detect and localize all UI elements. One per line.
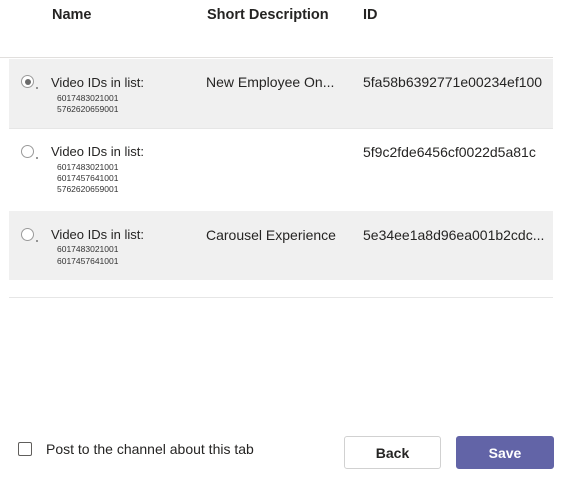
column-header-name: Name: [52, 7, 92, 23]
row-description: Carousel Experience: [206, 227, 336, 243]
video-ids-label: Video IDs in list:: [51, 227, 144, 242]
back-button[interactable]: Back: [344, 436, 441, 469]
video-ids-label: Video IDs in list:: [51, 75, 144, 90]
post-to-channel-label: Post to the channel about this tab: [46, 441, 254, 457]
row-id: 5fa58b6392771e00234ef100: [363, 74, 543, 90]
column-header-id: ID: [363, 7, 378, 23]
table-row[interactable]: Video IDs in list: 6017483021001 6017457…: [9, 129, 553, 211]
video-id: 6017483021001: [57, 244, 119, 254]
radio-focus-dot: [36, 157, 38, 159]
video-id: 5762620659001: [57, 184, 119, 194]
radio-focus-dot: [36, 87, 38, 89]
row-radio-button[interactable]: [21, 228, 34, 241]
video-ids-label: Video IDs in list:: [51, 144, 144, 159]
row-id: 5f9c2fde6456cf0022d5a81c: [363, 144, 536, 160]
radio-focus-dot: [36, 240, 38, 242]
table-row[interactable]: Video IDs in list: 6017483021001 5762620…: [9, 59, 553, 128]
table-header: Name Short Description ID: [0, 0, 553, 58]
post-to-channel-checkbox[interactable]: [18, 442, 32, 456]
video-id: 5762620659001: [57, 104, 119, 114]
column-header-description: Short Description: [207, 7, 329, 23]
video-id: 6017483021001: [57, 93, 119, 103]
video-id: 6017457641001: [57, 256, 119, 266]
row-description: New Employee On...: [206, 74, 335, 90]
table-row[interactable]: Video IDs in list: 6017483021001 6017457…: [9, 211, 553, 280]
video-id: 6017457641001: [57, 173, 119, 183]
row-radio-button[interactable]: [21, 75, 34, 88]
save-button[interactable]: Save: [456, 436, 554, 469]
video-id: 6017483021001: [57, 162, 119, 172]
row-radio-button[interactable]: [21, 145, 34, 158]
row-id: 5e34ee1a8d96ea001b2cdc...: [363, 227, 545, 243]
table-bottom-divider: [9, 297, 553, 298]
configure-tab-page: Name Short Description ID Video IDs in l…: [0, 0, 562, 478]
